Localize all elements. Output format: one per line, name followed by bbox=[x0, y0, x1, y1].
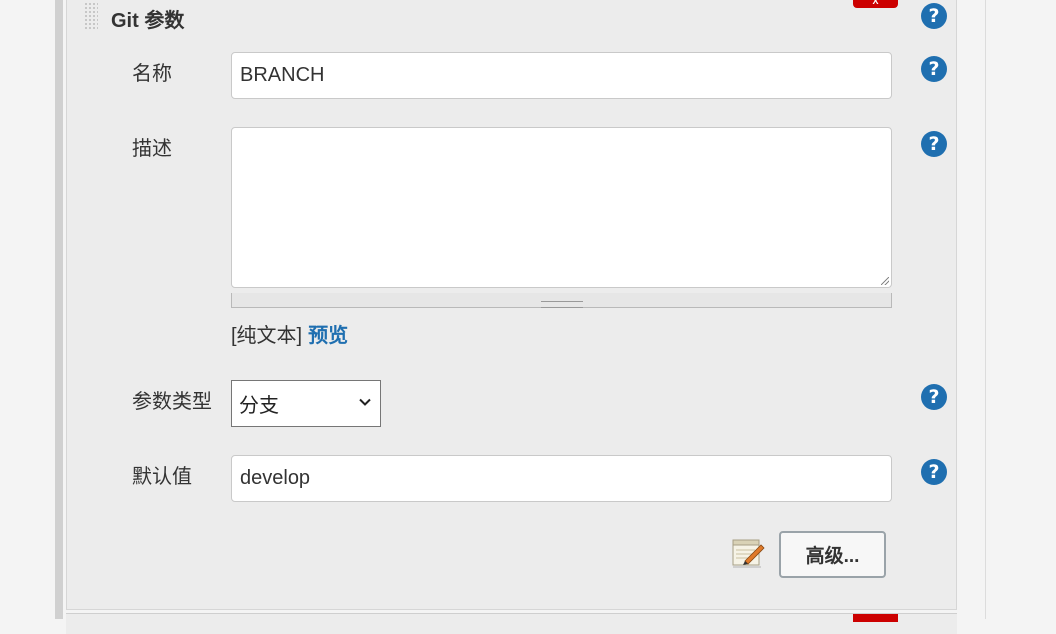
advanced-button[interactable]: 高级... bbox=[779, 531, 886, 578]
next-parameter-panel bbox=[66, 613, 957, 634]
description-label: 描述 bbox=[132, 138, 172, 160]
help-icon[interactable]: ? bbox=[921, 56, 947, 82]
help-icon[interactable]: ? bbox=[921, 3, 947, 29]
textarea-grip[interactable] bbox=[231, 293, 892, 308]
name-label: 名称 bbox=[132, 63, 172, 85]
param-type-select[interactable]: 分支 bbox=[231, 380, 381, 427]
help-icon[interactable]: ? bbox=[921, 459, 947, 485]
chevron-down-icon bbox=[359, 398, 371, 406]
delete-button[interactable]: X bbox=[853, 0, 898, 8]
param-type-label: 参数类型 bbox=[132, 391, 212, 413]
grip-icon bbox=[541, 301, 583, 308]
help-icon[interactable]: ? bbox=[921, 384, 947, 410]
next-delete-button[interactable] bbox=[853, 614, 898, 622]
format-row: [纯文本] 预览 bbox=[231, 319, 348, 348]
preview-link[interactable]: 预览 bbox=[308, 325, 348, 347]
left-border bbox=[55, 0, 63, 619]
section-title: Git 参数 bbox=[111, 10, 185, 32]
default-value-label: 默认值 bbox=[132, 466, 192, 488]
param-type-value: 分支 bbox=[239, 395, 279, 417]
delete-label: X bbox=[872, 0, 879, 6]
name-input[interactable]: BRANCH bbox=[231, 52, 892, 99]
notepad-icon[interactable] bbox=[731, 537, 765, 569]
resize-icon[interactable] bbox=[881, 277, 889, 285]
right-border bbox=[985, 0, 986, 619]
help-icon[interactable]: ? bbox=[921, 131, 947, 157]
plain-text-label: [纯文本] bbox=[231, 325, 303, 347]
default-value-input[interactable]: develop bbox=[231, 455, 892, 502]
drag-handle-icon[interactable] bbox=[84, 2, 98, 30]
description-textarea[interactable] bbox=[231, 127, 892, 288]
